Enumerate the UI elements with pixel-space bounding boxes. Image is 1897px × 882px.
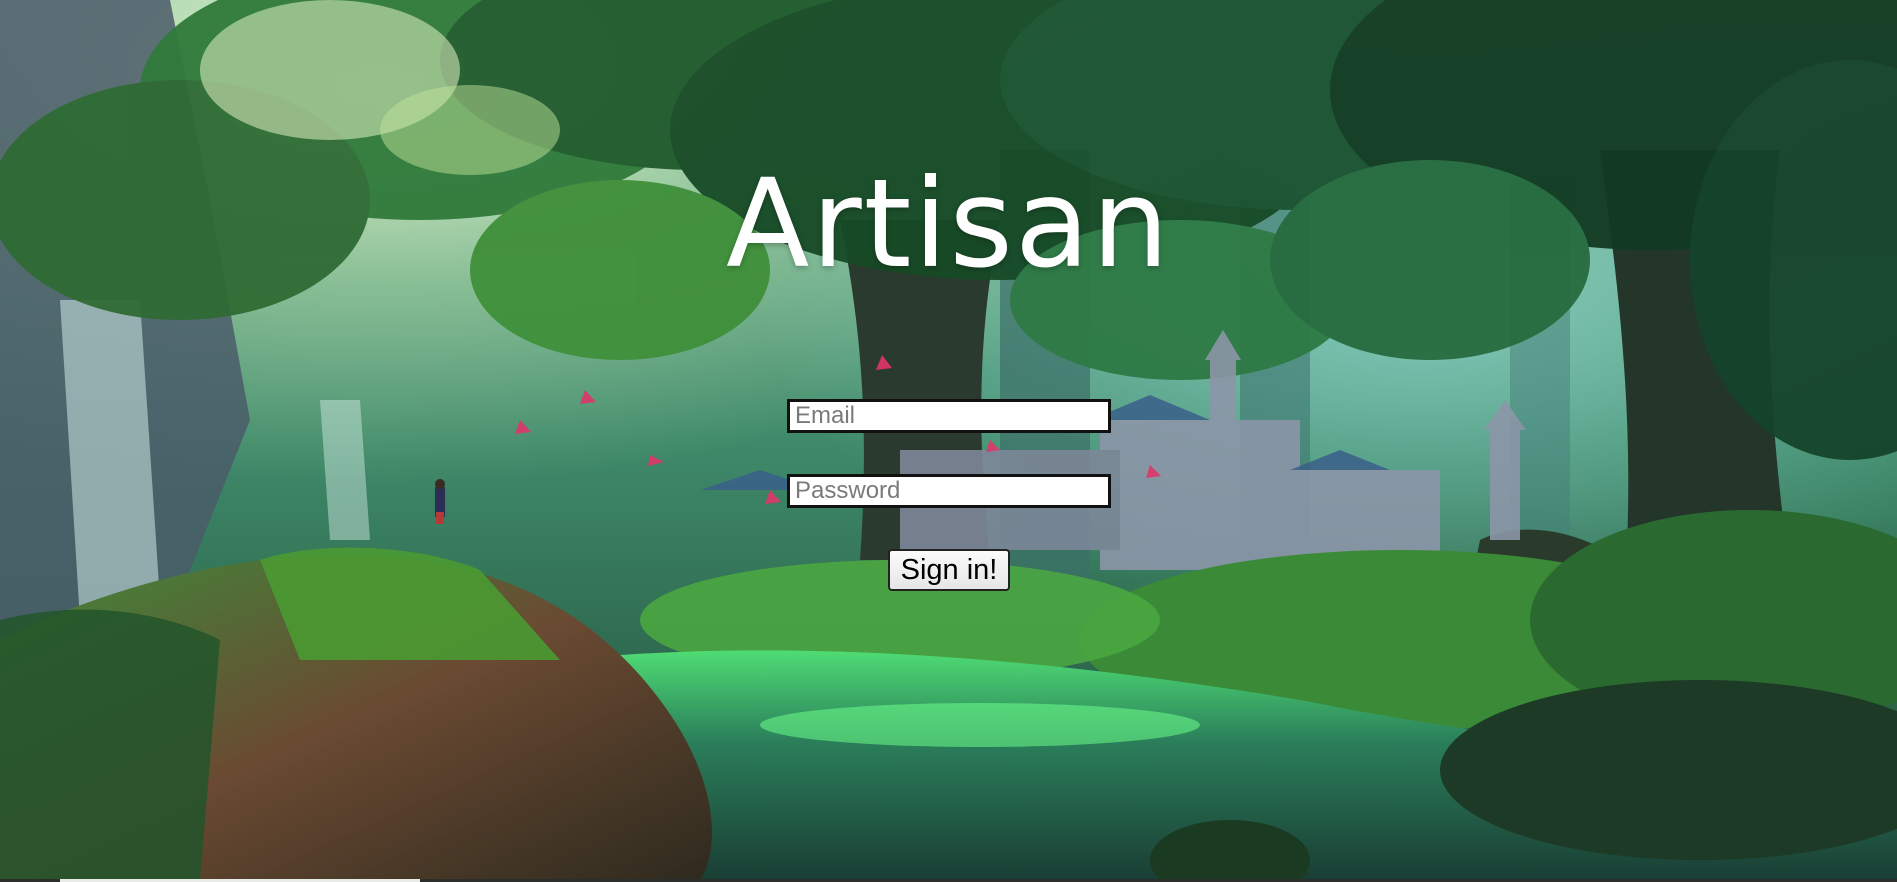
sign-in-button[interactable]: Sign in! [888,549,1010,591]
login-page: Artisan Sign in! [0,0,1897,882]
forest-background-image [0,0,1897,880]
email-input[interactable] [787,399,1111,433]
app-title: Artisan [726,152,1171,295]
password-input[interactable] [787,474,1111,508]
